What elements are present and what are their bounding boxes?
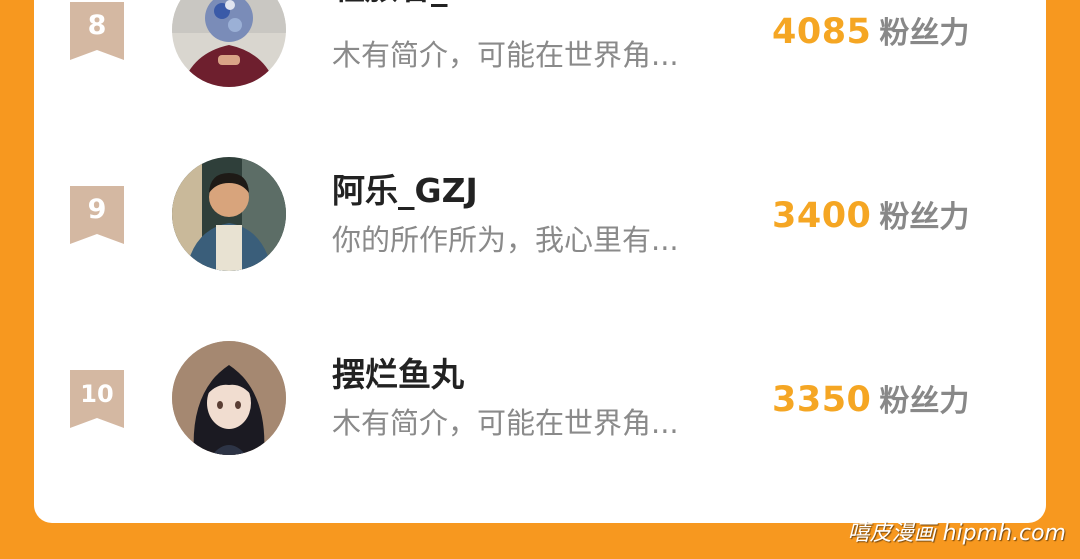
- rank-number: 8: [87, 10, 107, 41]
- rank-number: 10: [80, 380, 114, 408]
- user-name: 轻旅者_: [332, 0, 448, 8]
- fan-power-score: 3350 粉丝力: [772, 378, 969, 428]
- fan-power-score: 3400 粉丝力: [772, 194, 969, 244]
- score-value: 3400: [772, 196, 872, 236]
- score-unit: 粉丝力: [879, 384, 970, 419]
- score-unit: 粉丝力: [879, 16, 970, 51]
- ranking-card: 8 轻旅者_ 木有简介，可能在世界角... 4085粉丝力: [34, 0, 1046, 523]
- user-bio: 木有简介，可能在世界角...: [332, 38, 679, 72]
- user-bio: 你的所作所为，我心里有...: [332, 223, 679, 257]
- avatar-man-photo-icon[interactable]: [172, 157, 286, 271]
- avatar-anime-girl-icon[interactable]: [172, 341, 286, 455]
- fan-power-score: 4085 粉丝力: [772, 10, 969, 60]
- list-item[interactable]: 9 阿乐_GZJ 你的所作所为，我心里有... 3400 粉丝力: [34, 154, 1046, 294]
- user-bio: 木有简介，可能在世界角...: [332, 406, 679, 440]
- rank-number: 9: [87, 194, 107, 225]
- list-item[interactable]: 8 轻旅者_ 木有简介，可能在世界角... 4085粉丝力: [34, 0, 1046, 110]
- user-name: 阿乐_GZJ: [332, 171, 478, 210]
- rank-ribbon-icon: 9: [70, 186, 124, 244]
- rank-ribbon-icon: 8: [70, 2, 124, 60]
- page: 8 轻旅者_ 木有简介，可能在世界角... 4085粉丝力: [0, 0, 1080, 559]
- score-value: 3350: [772, 380, 872, 420]
- score-unit: 粉丝力: [879, 200, 970, 235]
- avatar-hooded-figure-icon[interactable]: [172, 0, 286, 87]
- watermark: 嘻皮漫画 hipmh.com: [847, 521, 1066, 546]
- user-name: 摆烂鱼丸: [332, 355, 464, 394]
- score-value: 4085: [772, 12, 872, 52]
- rank-ribbon-icon: 10: [70, 370, 124, 428]
- list-item[interactable]: 10 摆烂鱼丸 木有简介，可能在世界角... 3350 粉丝力: [34, 338, 1046, 478]
